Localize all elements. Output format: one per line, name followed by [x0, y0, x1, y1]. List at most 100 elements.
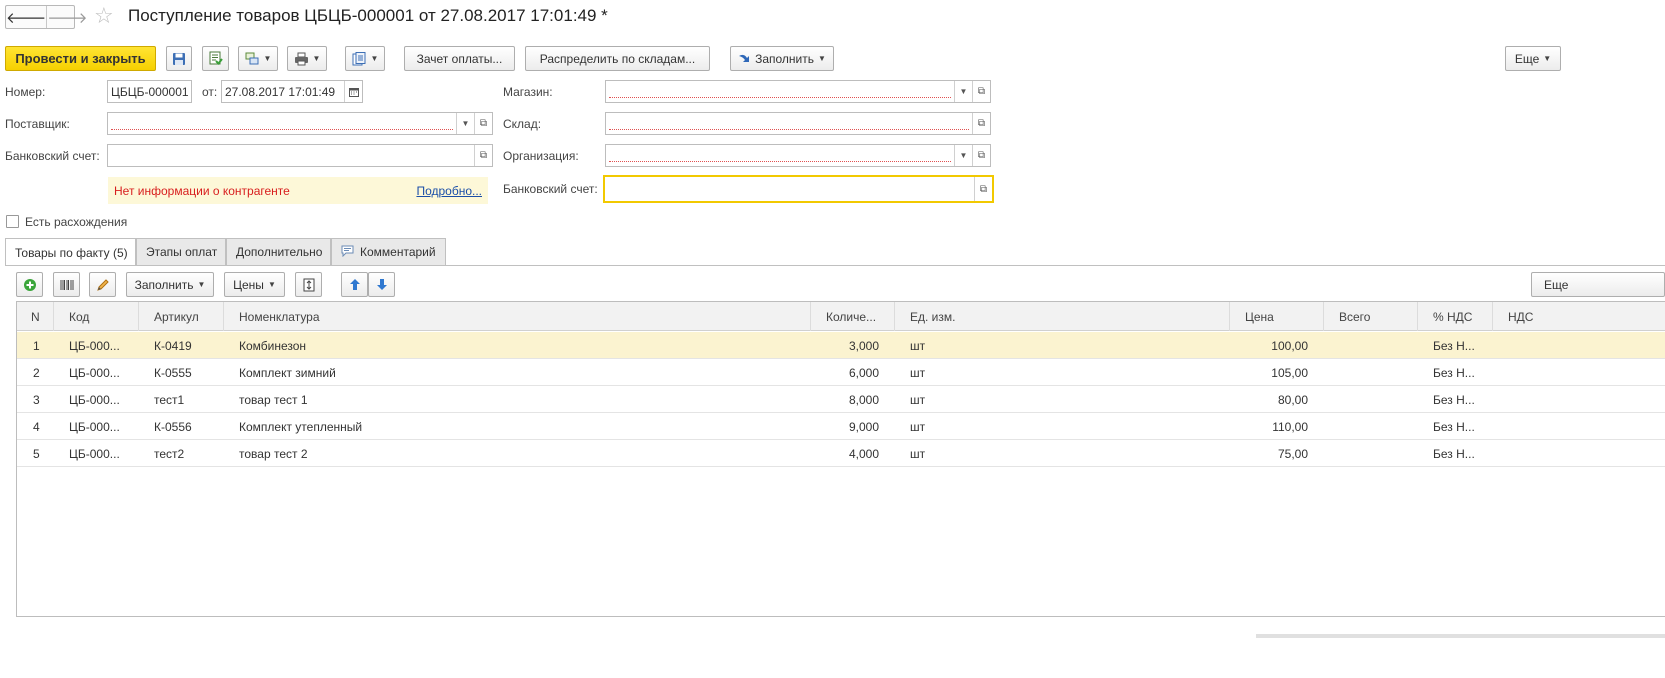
discrepancy-checkbox[interactable] — [6, 215, 19, 228]
fill-button[interactable]: Заполнить ▼ — [730, 46, 834, 71]
open-icon[interactable]: ⧉ — [972, 113, 990, 134]
chevron-down-icon: ▼ — [370, 54, 379, 63]
table-row[interactable]: 5 ЦБ-000... тест2 товар тест 2 4,000 шт … — [17, 440, 1665, 467]
cell-nomenclature: Комплект зимний — [239, 365, 336, 380]
table-row[interactable]: 1 ЦБ-000... К-0419 Комбинезон 3,000 шт 1… — [17, 332, 1665, 359]
number-label: Номер: — [5, 85, 46, 99]
column-header-vat-rate[interactable]: % НДС — [1418, 302, 1493, 331]
star-icon[interactable]: ☆ — [94, 4, 114, 28]
cell-unit: шт — [910, 446, 926, 461]
prices-button[interactable]: Цены ▼ — [224, 272, 285, 297]
back-button[interactable]: 🡐 — [6, 6, 46, 28]
reports-icon — [352, 51, 366, 65]
goods-table[interactable]: N Код Артикул Номенклатура Количе... Ед.… — [16, 301, 1665, 617]
cell-quantity: 6,000 — [848, 365, 879, 380]
cell-code: ЦБ-000... — [69, 338, 120, 353]
prices-label: Цены — [233, 277, 264, 292]
horizontal-scrollbar[interactable] — [1256, 634, 1665, 638]
cell-vat-rate: Без Н... — [1433, 446, 1475, 461]
details-link[interactable]: Подробно... — [416, 184, 482, 198]
tab-divider — [5, 265, 1665, 266]
cell-article: тест1 — [154, 392, 185, 407]
tab-payment-stages[interactable]: Этапы оплат — [136, 238, 226, 265]
column-header-total[interactable]: Всего — [1324, 302, 1418, 331]
column-header-nomenclature[interactable]: Номенклатура — [224, 302, 811, 331]
cell-vat — [1493, 332, 1665, 359]
barcode-button[interactable] — [53, 272, 80, 297]
cell-total — [1324, 386, 1418, 413]
cell-n: 4 — [33, 419, 40, 434]
warehouse-field[interactable]: ⧉ — [605, 112, 991, 135]
column-header-vat[interactable]: НДС — [1493, 302, 1665, 331]
printer-icon — [294, 52, 308, 65]
bank-account-right-field[interactable]: ⧉ — [603, 175, 994, 203]
supplier-field[interactable]: ▼ ⧉ — [107, 112, 493, 135]
pencil-icon — [96, 278, 109, 291]
cell-total — [1324, 413, 1418, 440]
open-icon[interactable]: ⧉ — [972, 81, 990, 102]
move-down-button[interactable] — [368, 272, 395, 297]
post-and-close-button[interactable]: Провести и закрыть — [5, 46, 156, 71]
forward-button[interactable]: 🡒 — [46, 6, 87, 28]
cell-unit: шт — [910, 392, 926, 407]
discrepancy-label: Есть расхождения — [25, 215, 128, 229]
open-icon[interactable]: ⧉ — [972, 145, 990, 166]
organization-field[interactable]: ▼ ⧉ — [605, 144, 991, 167]
tab-additional-label: Дополнительно — [236, 245, 323, 259]
warehouse-label: Склад: — [503, 117, 542, 131]
cell-price: 100,00 — [1271, 338, 1308, 353]
cell-total — [1324, 440, 1418, 467]
cell-vat-rate: Без Н... — [1433, 392, 1475, 407]
column-header-code[interactable]: Код — [54, 302, 139, 331]
table-row[interactable]: 4 ЦБ-000... К-0556 Комплект утепленный 9… — [17, 413, 1665, 440]
column-header-price[interactable]: Цена — [1230, 302, 1324, 331]
cell-vat-rate: Без Н... — [1433, 365, 1475, 380]
chevron-down-icon: ▼ — [1543, 54, 1552, 63]
chevron-down-icon[interactable]: ▼ — [954, 145, 972, 166]
cell-total — [1324, 359, 1418, 386]
tab-goods[interactable]: Товары по факту (5) — [5, 238, 136, 266]
chevron-down-icon[interactable]: ▼ — [954, 81, 972, 102]
arrow-right-icon: 🡒 — [47, 9, 88, 27]
distribute-to-warehouses-button[interactable]: Распределить по складам... — [525, 46, 710, 71]
add-row-button[interactable] — [16, 272, 43, 297]
grid-fill-button[interactable]: Заполнить ▼ — [126, 272, 214, 297]
store-field[interactable]: ▼ ⧉ — [605, 80, 991, 103]
cell-n: 5 — [33, 446, 40, 461]
related-documents-button[interactable]: ▼ — [238, 46, 278, 71]
column-header-n[interactable]: N — [17, 302, 54, 331]
date-field[interactable]: 27.08.2017 17:01:49 — [221, 80, 363, 103]
table-row[interactable]: 3 ЦБ-000... тест1 товар тест 1 8,000 шт … — [17, 386, 1665, 413]
tab-additional[interactable]: Дополнительно — [226, 238, 331, 265]
open-icon[interactable]: ⧉ — [474, 113, 492, 134]
payment-offset-button[interactable]: Зачет оплаты... — [404, 46, 515, 71]
bank-account-right-label: Банковский счет: — [503, 182, 598, 196]
tab-comment[interactable]: Комментарий — [331, 238, 446, 265]
chevron-down-icon[interactable]: ▼ — [456, 113, 474, 134]
open-icon[interactable]: ⧉ — [474, 145, 492, 166]
save-button[interactable] — [166, 46, 192, 71]
table-header: N Код Артикул Номенклатура Количе... Ед.… — [17, 302, 1665, 331]
calendar-icon[interactable] — [344, 81, 362, 102]
reports-button[interactable]: ▼ — [345, 46, 385, 71]
barcode-icon — [60, 279, 73, 290]
fill-button-label: Заполнить — [755, 51, 814, 66]
open-icon[interactable]: ⧉ — [974, 177, 992, 201]
cell-unit: шт — [910, 338, 926, 353]
more-button[interactable]: Еще ▼ — [1505, 46, 1561, 71]
pick-items-button[interactable] — [89, 272, 116, 297]
grid-more-button[interactable]: Еще — [1531, 272, 1665, 297]
column-header-unit[interactable]: Ед. изм. — [895, 302, 1230, 331]
post-button[interactable] — [202, 46, 229, 71]
bank-account-left-field[interactable]: ⧉ — [107, 144, 493, 167]
print-button[interactable]: ▼ — [287, 46, 327, 71]
cell-price: 75,00 — [1277, 446, 1308, 461]
arrow-up-icon — [349, 279, 360, 290]
move-up-button[interactable] — [341, 272, 368, 297]
number-field[interactable]: ЦБЦБ-000001 — [107, 80, 192, 103]
bank-account-left-label: Банковский счет: — [5, 149, 100, 163]
column-header-article[interactable]: Артикул — [139, 302, 224, 331]
column-header-quantity[interactable]: Количе... — [811, 302, 895, 331]
resize-rows-button[interactable] — [295, 272, 322, 297]
table-row[interactable]: 2 ЦБ-000... К-0555 Комплект зимний 6,000… — [17, 359, 1665, 386]
